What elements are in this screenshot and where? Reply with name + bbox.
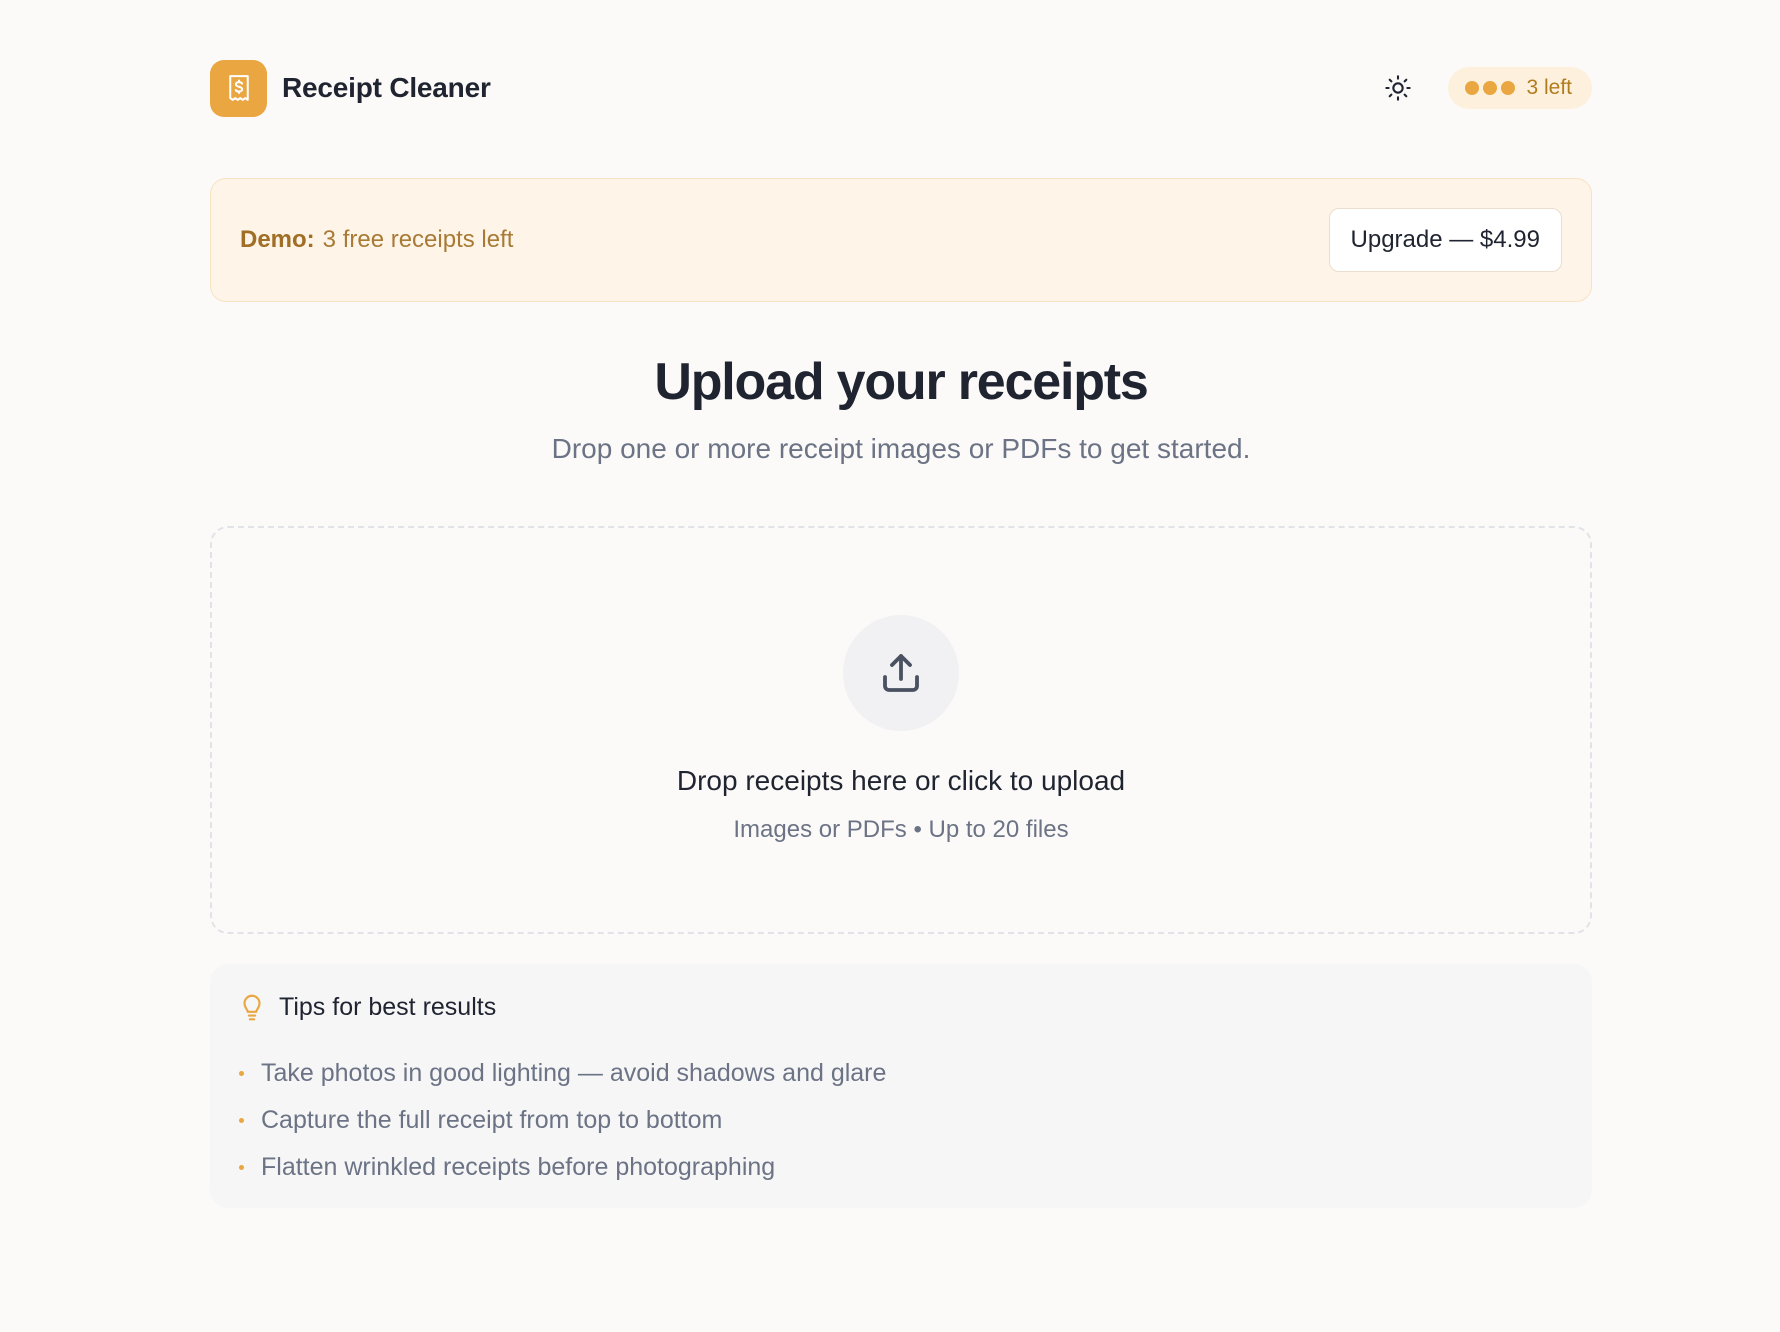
upgrade-button[interactable]: Upgrade — $4.99 [1328,208,1562,272]
demo-message: Demo: 3 free receipts left [240,226,513,254]
tips-title: Tips for best results [279,992,497,1021]
sun-icon [1385,75,1412,101]
hero: Upload your receipts Drop one or more re… [210,352,1592,465]
upload-icon-circle [843,615,959,731]
tip-text: Flatten wrinkled receipts before photogr… [261,1153,776,1181]
page-title: Upload your receipts [654,353,1148,411]
theme-toggle-button[interactable] [1378,68,1418,108]
list-item: Take photos in good lighting — avoid sha… [239,1050,1563,1097]
credits-badge: 3 left [1448,67,1592,109]
app-header: Receipt Cleaner 3 left [210,0,1592,176]
list-item: Capture the full receipt from top to bot… [239,1097,1563,1144]
demo-text: 3 free receipts left [322,226,514,253]
header-actions: 3 left [1378,67,1592,109]
tips-list: Take photos in good lighting — avoid sha… [239,1050,1563,1191]
tips-card: Tips for best results Take photos in goo… [210,964,1592,1208]
brand[interactable]: Receipt Cleaner [210,59,491,117]
tip-text: Capture the full receipt from top to bot… [261,1106,723,1134]
receipt-logo-icon [210,59,267,117]
tips-header: Tips for best results [239,992,1563,1022]
dropzone-subtitle: Images or PDFs • Up to 20 files [733,816,1069,843]
demo-label: Demo: [240,226,315,253]
lightbulb-icon [243,994,261,1021]
dropzone-title: Drop receipts here or click to upload [676,765,1126,796]
app-name: Receipt Cleaner [282,72,491,103]
tip-text: Take photos in good lighting — avoid sha… [261,1059,887,1087]
credit-dot [1501,81,1516,95]
credit-dot [1483,81,1498,95]
upload-dropzone[interactable]: Drop receipts here or click to upload Im… [210,526,1592,934]
bullet [239,1071,244,1076]
credits-remaining: 3 left [1526,76,1572,99]
credit-dot [1465,81,1480,95]
page: Receipt Cleaner 3 left Demo:3 free rece [210,0,1592,1208]
upload-icon [883,654,919,692]
bullet [239,1118,244,1123]
list-item: Flatten wrinkled receipts before photogr… [239,1144,1563,1191]
bullet [239,1165,244,1170]
page-subtitle: Drop one or more receipt images or PDFs … [551,433,1251,464]
credit-dots [1465,81,1516,95]
demo-banner: Demo: 3 free receipts left Upgrade — $4.9… [210,178,1592,302]
